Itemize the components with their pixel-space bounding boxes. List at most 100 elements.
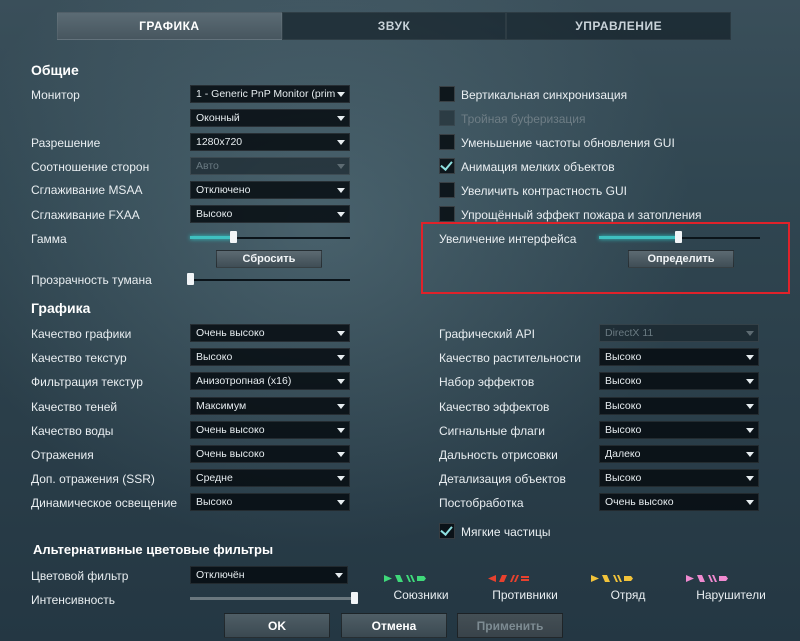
graphics-left-value-3: Максимум <box>196 399 247 412</box>
gamma-reset-button[interactable]: Сбросить <box>216 250 322 268</box>
plane-marker-icon <box>395 575 403 582</box>
slider-fill <box>599 236 678 239</box>
ui-scale-slider[interactable] <box>599 231 760 243</box>
graphics-right-dropdown-5[interactable]: Далеко <box>599 445 759 463</box>
graphics-right-dropdown-6[interactable]: Высоко <box>599 469 759 488</box>
graphics-right-dropdown-0: DirectX 11 <box>599 324 759 342</box>
cancel-button[interactable]: Отмена <box>341 613 447 638</box>
monitor-dropdown[interactable]: 1 - Generic PnP Monitor (prim <box>190 85 350 103</box>
graphics-right-label-3: Качество эффектов <box>439 399 550 414</box>
graphics-right-dropdown-7[interactable]: Очень высоко <box>599 493 759 512</box>
fxaa-value: Высоко <box>196 208 233 220</box>
chevron-down-icon <box>746 476 754 482</box>
team-label-1: Противники <box>492 588 558 602</box>
tab-graphics[interactable]: ГРАФИКА <box>57 12 282 40</box>
slider-knob[interactable] <box>230 231 238 243</box>
window-mode-dropdown[interactable]: Оконный <box>190 109 350 127</box>
graphics-left-dropdown-1[interactable]: Высоко <box>190 348 350 367</box>
graphics-left-dropdown-3[interactable]: Максимум <box>190 396 350 415</box>
team-label-3: Нарушители <box>696 588 766 602</box>
graphics-left-dropdown-7[interactable]: Высоко <box>190 493 350 512</box>
chevron-down-icon <box>746 403 754 409</box>
graphics-left-dropdown-6[interactable]: Средне <box>190 469 350 488</box>
intensity-slider[interactable] <box>190 592 358 604</box>
team-markers-0 <box>384 575 426 582</box>
chevron-down-icon <box>337 355 345 361</box>
graphics-right-value-5: Далеко <box>605 448 641 460</box>
vsync-checkbox[interactable] <box>439 86 455 102</box>
graphics-right-dropdown-3[interactable]: Высоко <box>599 396 759 415</box>
graphics-left-dropdown-4[interactable]: Очень высоко <box>190 420 350 439</box>
graphics-left-label-2: Фильтрация текстур <box>31 375 143 390</box>
fxaa-dropdown[interactable]: Высоко <box>190 205 350 223</box>
monitor-label: Монитор <box>31 88 80 102</box>
chevron-down-icon <box>337 140 345 145</box>
graphics-right-label-4: Сигнальные флаги <box>439 423 545 438</box>
gui-contrast-checkbox[interactable] <box>439 182 455 198</box>
chevron-down-icon <box>746 331 754 336</box>
graphics-right-label-2: Набор эффектов <box>439 375 535 390</box>
simplified-fire-checkbox[interactable] <box>439 206 455 222</box>
slider-knob[interactable] <box>351 592 358 604</box>
graphics-left-dropdown-2[interactable]: Анизотропная (x16) <box>190 372 350 391</box>
gamma-label: Гамма <box>31 232 67 246</box>
graphics-left-value-1: Высоко <box>196 351 233 364</box>
graphics-left-value-6: Средне <box>196 472 233 485</box>
aspect-label: Соотношение сторон <box>31 160 150 174</box>
graphics-right-label-7: Постобработка <box>439 496 524 511</box>
graphics-left-label-3: Качество теней <box>31 399 118 414</box>
graphics-left-label-0: Качество графики <box>31 327 132 341</box>
color-filter-dropdown[interactable]: Отключён <box>190 566 348 584</box>
soft-particles-label: Мягкие частицы <box>461 525 551 539</box>
chevron-down-icon <box>337 164 345 169</box>
ship-marker-icon <box>488 575 496 582</box>
graphics-left-dropdown-0[interactable]: Очень высоко <box>190 324 350 342</box>
msaa-label: Сглаживание MSAA <box>31 183 143 197</box>
chevron-down-icon <box>337 212 345 217</box>
apply-button: Применить <box>457 613 563 638</box>
section-title-graphics: Графика <box>31 300 91 316</box>
chevron-down-icon <box>337 427 345 433</box>
detect-button[interactable]: Определить <box>628 250 734 268</box>
chevron-down-icon <box>746 355 754 361</box>
vsync-label: Вертикальная синхронизация <box>461 88 628 102</box>
small-objects-animation-checkbox[interactable] <box>439 158 455 174</box>
graphics-right-dropdown-2[interactable]: Высоко <box>599 372 759 391</box>
msaa-dropdown[interactable]: Отключено <box>190 181 350 199</box>
graphics-right-dropdown-4[interactable]: Высоко <box>599 420 759 439</box>
ok-button[interactable]: OK <box>224 613 330 638</box>
slider-knob[interactable] <box>674 231 682 243</box>
checkmark-icon <box>440 158 453 171</box>
soft-particles-checkbox[interactable] <box>439 523 455 539</box>
graphics-right-value-0: DirectX 11 <box>605 327 654 339</box>
graphics-left-value-4: Очень высоко <box>196 423 265 436</box>
plane-marker-icon <box>602 575 610 582</box>
team-label-0: Союзники <box>393 588 449 602</box>
aspect-value: Авто <box>196 160 219 172</box>
ui-scale-label: Увеличение интерфейса <box>439 232 577 246</box>
graphics-left-value-7: Высоко <box>196 496 233 509</box>
graphics-left-label-4: Качество воды <box>31 423 114 438</box>
chevron-down-icon <box>337 331 345 336</box>
tab-controls[interactable]: УПРАВЛЕНИЕ <box>506 12 732 40</box>
chevron-down-icon <box>337 476 345 482</box>
graphics-left-label-7: Динамическое освещение <box>31 496 178 511</box>
graphics-right-label-1: Качество растительности <box>439 351 582 366</box>
gui-contrast-label: Увеличить контрастность GUI <box>461 184 627 198</box>
graphics-right-dropdown-1[interactable]: Высоко <box>599 348 759 367</box>
slider-knob[interactable] <box>187 273 194 285</box>
chevron-down-icon <box>337 116 345 121</box>
gui-refresh-checkbox[interactable] <box>439 134 455 150</box>
graphics-left-dropdown-5[interactable]: Очень высоко <box>190 445 350 463</box>
tab-sound[interactable]: ЗВУК <box>281 12 507 40</box>
resolution-dropdown[interactable]: 1280x720 <box>190 133 350 151</box>
fog-slider[interactable] <box>187 273 350 285</box>
slider-track <box>190 279 350 281</box>
graphics-right-value-7: Очень высоко <box>605 496 674 509</box>
gamma-slider[interactable] <box>190 231 350 243</box>
graphics-left-label-5: Отражения <box>31 448 94 462</box>
settings-tabs: ГРАФИКА ЗВУК УПРАВЛЕНИЕ <box>57 12 732 40</box>
building-marker-icon <box>521 575 529 582</box>
resolution-value: 1280x720 <box>196 136 243 148</box>
graphics-right-label-0: Графический API <box>439 327 536 341</box>
